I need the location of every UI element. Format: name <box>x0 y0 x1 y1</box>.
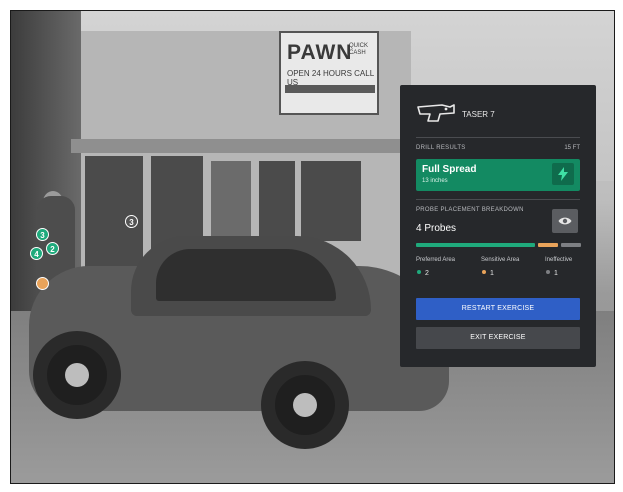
restart-exercise-button[interactable]: RESTART EXERCISE <box>416 298 580 320</box>
probe-marker[interactable]: 4 <box>30 247 43 260</box>
preferred-dot <box>417 270 421 274</box>
ineffective-count: 1 <box>554 270 558 277</box>
ineffective-dot <box>546 270 550 274</box>
pawn-sign-strip <box>285 85 375 93</box>
result-card: Full Spread 13 inches <box>416 159 580 191</box>
drill-distance: 15 FT <box>564 145 580 151</box>
preferred-count: 2 <box>425 270 429 277</box>
result-title: Full Spread <box>422 164 477 175</box>
probe-marker[interactable]: 3 <box>125 215 138 228</box>
exit-exercise-button[interactable]: EXIT EXERCISE <box>416 327 580 349</box>
probe-marker[interactable]: 3 <box>36 228 49 241</box>
lightning-bolt-icon <box>552 163 574 185</box>
scene-viewport: PAWN QUICK CASH OPEN 24 HOURS CALL US 3 … <box>10 10 615 484</box>
probe-count: 4 Probes <box>416 223 457 234</box>
legend-label-ineffective: Ineffective <box>545 257 573 263</box>
sensitive-count: 1 <box>490 270 494 277</box>
divider <box>416 199 580 200</box>
legend-label-sensitive: Sensitive Area <box>481 257 520 263</box>
car-rear-wheel <box>261 361 349 449</box>
breakdown-title: PROBE PLACEMENT BREAKDOWN <box>416 207 524 213</box>
legend-count-preferred: 2 <box>417 270 429 277</box>
eye-icon <box>558 217 572 225</box>
probe-marker[interactable]: 2 <box>46 242 59 255</box>
breakdown-bar-segment <box>416 243 535 247</box>
store-window <box>301 161 361 241</box>
legend-label-preferred: Preferred Area <box>416 257 456 263</box>
car-windows <box>156 249 336 301</box>
car-front-wheel <box>33 331 121 419</box>
pawn-sign-title: PAWN <box>287 41 353 64</box>
breakdown-bar-segment <box>538 243 558 247</box>
pawn-sign-quick: QUICK CASH <box>349 43 369 56</box>
drill-results-panel: TASER 7 DRILL RESULTS 15 FT Full Spread … <box>400 85 596 367</box>
breakdown-bar-segment <box>561 243 581 247</box>
probe-marker[interactable] <box>36 277 49 290</box>
taser-icon <box>417 104 455 122</box>
storefront-awning <box>71 139 411 153</box>
drill-results-title: DRILL RESULTS <box>416 145 466 151</box>
legend-count-sensitive: 1 <box>482 270 494 277</box>
legend-count-ineffective: 1 <box>546 270 558 277</box>
divider <box>416 137 580 138</box>
pawn-sign: PAWN QUICK CASH OPEN 24 HOURS CALL US <box>279 31 379 115</box>
result-subtitle: 13 inches <box>422 178 448 184</box>
sensitive-dot <box>482 270 486 274</box>
store-window <box>259 161 295 241</box>
toggle-visibility-button[interactable] <box>552 209 578 233</box>
device-label: TASER 7 <box>462 110 495 119</box>
